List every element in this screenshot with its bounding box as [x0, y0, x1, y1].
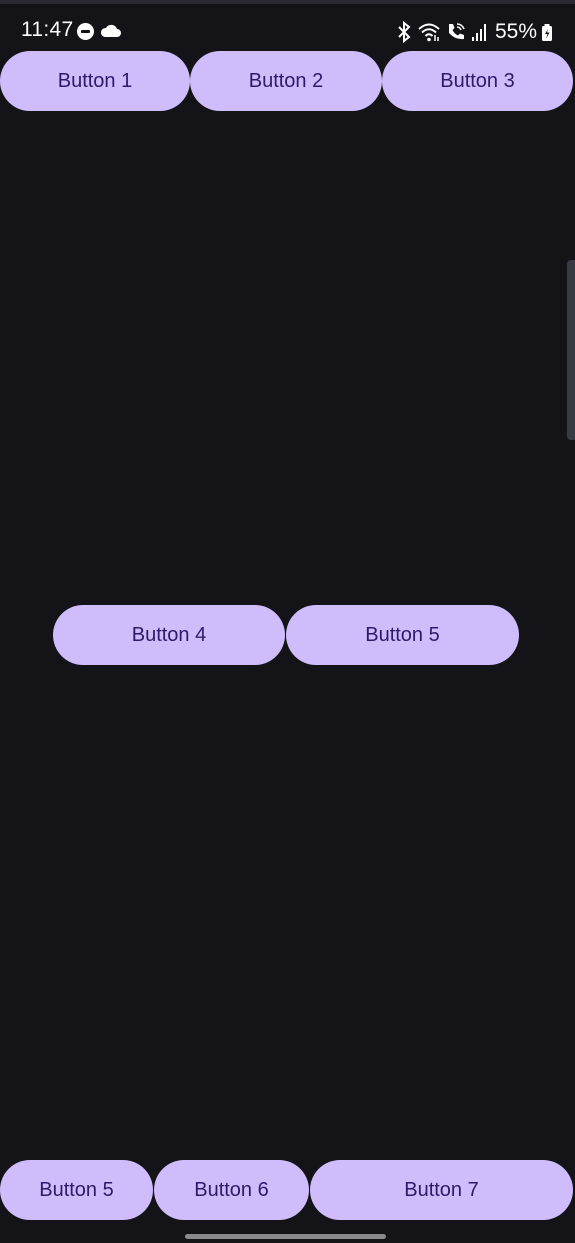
do-not-disturb-icon — [77, 23, 94, 40]
wifi-calling-icon — [448, 23, 465, 40]
signal-icon — [471, 24, 486, 41]
scrollbar[interactable] — [567, 260, 575, 440]
button-6-label: Button 6 — [194, 1178, 269, 1201]
status-time: 11:47 — [21, 18, 74, 41]
top-edge — [0, 0, 575, 4]
button-2[interactable]: Button 2 — [190, 51, 382, 111]
button-3[interactable]: Button 3 — [382, 51, 573, 111]
app-screen: 11:47 55% Button 1 Button 2 Button 3 But… — [0, 0, 575, 1243]
button-7[interactable]: Button 7 — [310, 1160, 573, 1220]
button-5-bottom[interactable]: Button 5 — [0, 1160, 153, 1220]
button-1-label: Button 1 — [57, 69, 133, 92]
cloud-icon — [100, 24, 121, 37]
button-7-label: Button 7 — [404, 1178, 479, 1201]
button-4[interactable]: Button 4 — [53, 605, 285, 665]
button-2-label: Button 2 — [248, 69, 324, 92]
button-5-middle-label: Button 5 — [365, 623, 440, 646]
button-3-label: Button 3 — [440, 69, 515, 92]
status-bar: 11:47 55% — [0, 14, 575, 48]
status-icons: 55% — [395, 18, 553, 46]
home-indicator[interactable] — [185, 1234, 386, 1239]
button-5-middle[interactable]: Button 5 — [286, 605, 519, 665]
button-5-bottom-label: Button 5 — [39, 1178, 114, 1201]
button-1[interactable]: Button 1 — [0, 51, 190, 111]
battery-icon — [542, 24, 552, 41]
bluetooth-icon — [398, 21, 411, 43]
battery-percentage: 55% — [494, 20, 537, 43]
wifi-icon — [418, 23, 440, 42]
button-6[interactable]: Button 6 — [154, 1160, 309, 1220]
button-4-label: Button 4 — [131, 623, 207, 646]
